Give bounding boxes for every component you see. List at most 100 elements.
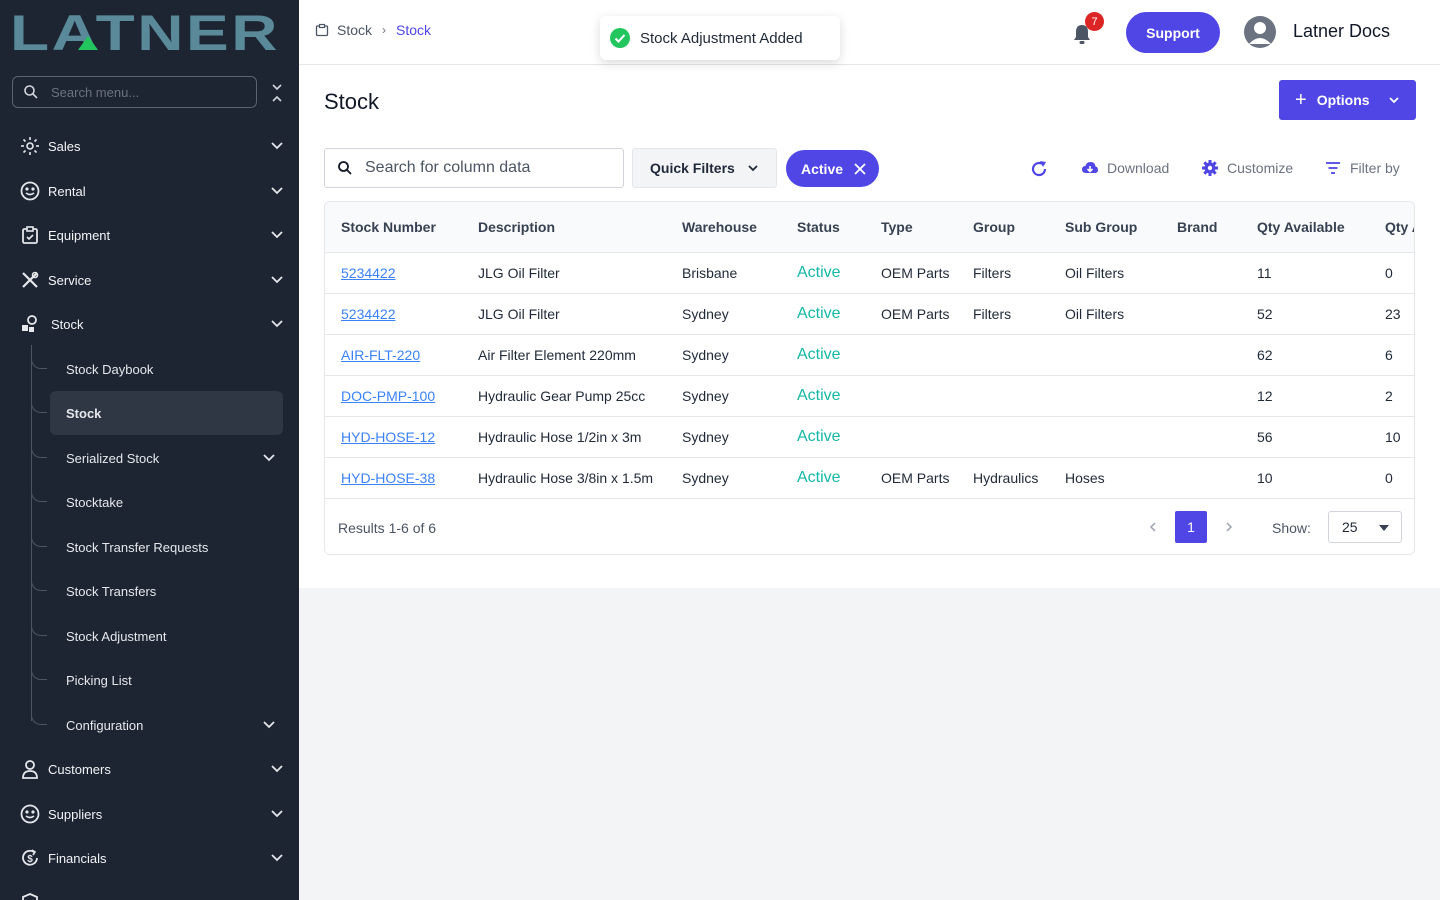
sidebar-item-label: Service <box>48 272 92 288</box>
filter-by-button[interactable]: Filter by <box>1324 159 1400 177</box>
table-cell <box>1161 334 1241 375</box>
page-button-current[interactable]: 1 <box>1175 511 1207 543</box>
table-cell: Filters <box>973 264 1012 281</box>
status-cell: Active <box>797 345 841 363</box>
sidebar-subitem-stocktake[interactable]: Stocktake <box>31 480 283 524</box>
chevron-down-icon <box>263 721 275 729</box>
active-filter-label: Active <box>801 160 844 177</box>
table-cell: DOC-PMP-100 <box>325 375 462 416</box>
sidebar-item-financials[interactable]: $ Financials <box>0 836 299 880</box>
table-cell: HYD-HOSE-38 <box>325 457 462 498</box>
sidebar-subitem-stock-transfers[interactable]: Stock Transfers <box>31 569 283 613</box>
column-header[interactable]: Status <box>781 202 865 252</box>
column-header[interactable]: Description <box>462 202 666 252</box>
page-size-select[interactable]: 25 <box>1328 511 1402 543</box>
active-filter-chip[interactable]: Active <box>786 150 879 187</box>
avatar[interactable] <box>1244 16 1276 48</box>
rental-icon <box>19 180 41 202</box>
column-header[interactable]: Warehouse <box>666 202 781 252</box>
support-button[interactable]: Support <box>1126 12 1220 53</box>
stock-number-link[interactable]: DOC-PMP-100 <box>341 388 435 404</box>
sidebar-item-label: Rental <box>48 183 86 199</box>
table-row[interactable]: 5234422 JLG Oil Filter Sydney Active OEM Par… <box>325 293 1414 334</box>
column-header[interactable]: Type <box>865 202 957 252</box>
stock-number-link[interactable]: AIR-FLT-220 <box>341 347 420 363</box>
search-icon <box>24 85 38 99</box>
column-header[interactable]: Group <box>957 202 1049 252</box>
table-cell <box>1161 416 1241 457</box>
sidebar-subitem-picking-list[interactable]: Picking List <box>31 658 283 702</box>
sidebar-subitem-label: Picking List <box>66 672 132 688</box>
options-label: Options <box>1316 92 1370 108</box>
close-icon[interactable] <box>853 162 867 176</box>
table-cell: Sydney <box>682 346 729 363</box>
main-content: Stock + Options Quick Filters Active Dow… <box>299 65 1440 588</box>
table-cell <box>957 334 1049 375</box>
stock-icon <box>19 313 41 335</box>
table-cell <box>1161 293 1241 334</box>
refresh-icon[interactable] <box>1029 159 1049 179</box>
menu-search-input[interactable] <box>51 84 241 100</box>
search-icon <box>338 161 352 175</box>
customize-label: Customize <box>1227 160 1294 176</box>
table-cell: Oil Filters <box>1065 305 1125 322</box>
sidebar-subitem-label: Stock Daybook <box>66 361 154 377</box>
stock-number-link[interactable]: 5234422 <box>341 265 396 281</box>
sidebar-subitem-configuration[interactable]: Configuration <box>31 703 283 747</box>
breadcrumb-current[interactable]: Stock <box>396 22 431 38</box>
table-cell: JLG Oil Filter <box>478 264 560 281</box>
sidebar-item-equipment[interactable]: Equipment <box>0 213 299 257</box>
table-cell <box>1049 375 1161 416</box>
sidebar-item-service[interactable]: Service <box>0 258 299 302</box>
table-cell <box>1161 457 1241 498</box>
table-row[interactable]: HYD-HOSE-38 Hydraulic Hose 3/8in x 1.5m Sy… <box>325 457 1414 498</box>
column-header[interactable]: Qty A <box>1369 202 1414 252</box>
chevron-down-icon <box>263 454 275 462</box>
table-row[interactable]: AIR-FLT-220 Air Filter Element 220mm Sydne… <box>325 334 1414 375</box>
column-search[interactable] <box>324 148 624 188</box>
breadcrumb-item[interactable]: Stock <box>337 22 372 38</box>
page-size-value: 25 <box>1342 519 1358 535</box>
sidebar-item-partial[interactable] <box>0 880 299 900</box>
menu-search[interactable] <box>12 76 257 108</box>
column-header[interactable]: Stock Number <box>325 202 462 252</box>
sidebar-subitem-stock-transfer-requests[interactable]: Stock Transfer Requests <box>31 525 283 569</box>
chevron-down-icon <box>271 231 283 239</box>
stock-table: Stock Number Description Warehouse Statu… <box>324 201 1415 555</box>
column-header[interactable]: Brand <box>1161 202 1241 252</box>
collapse-sidebar-button[interactable] <box>268 82 286 104</box>
toast-notification: Stock Adjustment Added <box>600 16 840 60</box>
table-row[interactable]: DOC-PMP-100 Hydraulic Gear Pump 25cc Sydne… <box>325 375 1414 416</box>
table-cell: 0 <box>1385 264 1393 281</box>
sidebar-subitem-stock[interactable]: Stock <box>31 391 283 435</box>
stock-number-link[interactable]: HYD-HOSE-38 <box>341 470 435 486</box>
sidebar-subitem-serialized-stock[interactable]: Serialized Stock <box>31 436 283 480</box>
toast-message: Stock Adjustment Added <box>640 29 803 47</box>
stock-number-link[interactable]: 5234422 <box>341 306 396 322</box>
options-button[interactable]: + Options <box>1279 80 1416 120</box>
chevron-left-icon[interactable] <box>1147 521 1159 533</box>
sidebar-item-sales[interactable]: Sales <box>0 124 299 168</box>
notification-badge: 7 <box>1085 12 1104 31</box>
sidebar-item-customers[interactable]: Customers <box>0 747 299 791</box>
sidebar-subitem-stock-daybook[interactable]: Stock Daybook <box>31 347 283 391</box>
sidebar-item-suppliers[interactable]: Suppliers <box>0 792 299 836</box>
table-row[interactable]: 5234422 JLG Oil Filter Brisbane Active OEM P… <box>325 252 1414 293</box>
sidebar: LATNER Sales Rental Equipment Service St… <box>0 0 299 900</box>
column-header[interactable]: Sub Group <box>1049 202 1161 252</box>
sidebar-subitem-stock-adjustment[interactable]: Stock Adjustment <box>31 614 283 658</box>
column-header[interactable]: Qty Available <box>1241 202 1369 252</box>
download-button[interactable]: Download <box>1081 159 1169 177</box>
column-search-input[interactable] <box>365 159 615 177</box>
user-name[interactable]: Latner Docs <box>1293 21 1390 42</box>
table-cell <box>957 416 1049 457</box>
chevron-right-icon[interactable] <box>1223 521 1235 533</box>
latner-logo[interactable]: LATNER <box>10 10 280 54</box>
quick-filters-dropdown[interactable]: Quick Filters <box>632 148 777 188</box>
customize-button[interactable]: Customize <box>1201 159 1293 177</box>
sidebar-item-label: Sales <box>48 138 81 154</box>
sidebar-item-stock[interactable]: Stock <box>0 302 299 346</box>
table-row[interactable]: HYD-HOSE-12 Hydraulic Hose 1/2in x 3m Sydn… <box>325 416 1414 457</box>
sidebar-item-rental[interactable]: Rental <box>0 169 299 213</box>
stock-number-link[interactable]: HYD-HOSE-12 <box>341 429 435 445</box>
